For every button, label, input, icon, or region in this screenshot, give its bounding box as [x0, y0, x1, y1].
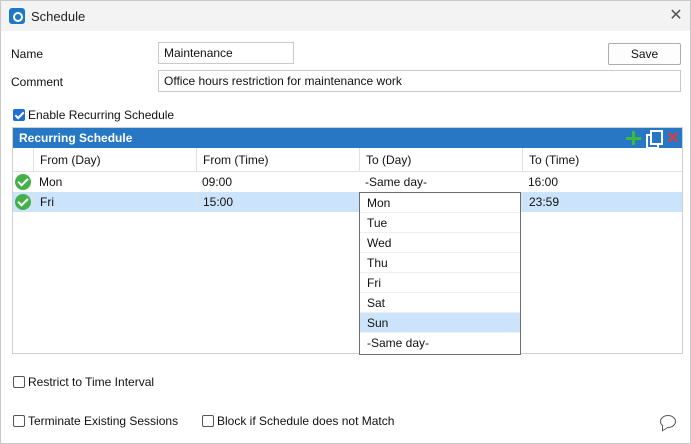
column-header-to-time[interactable]: To (Time) — [522, 148, 682, 172]
row-status — [13, 172, 33, 192]
restrict-time-label[interactable]: Restrict to Time Interval — [28, 375, 154, 389]
comment-label: Comment — [11, 75, 64, 89]
cell-to-day[interactable]: -Same day- — [359, 172, 522, 192]
restrict-time-checkbox[interactable] — [13, 376, 25, 388]
dropdown-option-sun[interactable]: Sun — [360, 313, 520, 333]
name-label: Name — [11, 47, 44, 61]
cell-from-day[interactable]: Mon — [33, 172, 196, 192]
schedule-window: Schedule ✕ Name Save Comment Enable Recu… — [0, 0, 691, 444]
title-bar: Schedule ✕ — [1, 1, 690, 31]
panel-title: Recurring Schedule — [19, 131, 133, 145]
block-mismatch-label[interactable]: Block if Schedule does not Match — [217, 414, 394, 428]
cell-from-time[interactable]: 15:00 — [196, 192, 359, 212]
column-header-from-time[interactable]: From (Time) — [196, 148, 359, 172]
grid-header: From (Day) From (Time) To (Day) To (Time… — [13, 148, 682, 172]
table-row[interactable]: Mon 09:00 -Same day- 16:00 — [13, 172, 682, 192]
name-input[interactable] — [158, 42, 294, 64]
window-title: Schedule — [31, 9, 86, 24]
schedule-app-icon — [9, 8, 25, 24]
cell-to-time[interactable]: 23:59 — [522, 192, 682, 212]
terminate-sessions-label[interactable]: Terminate Existing Sessions — [28, 414, 178, 428]
recurring-schedule-panel: Recurring Schedule × From (Day) From (Ti… — [12, 127, 683, 354]
row-status — [13, 192, 33, 212]
enable-recurring-checkbox[interactable] — [13, 109, 25, 121]
dropdown-option-tue[interactable]: Tue — [360, 213, 520, 233]
check-circle-icon — [15, 174, 31, 190]
check-circle-icon — [15, 194, 31, 210]
block-mismatch-checkbox[interactable] — [202, 415, 214, 427]
close-icon[interactable]: ✕ — [665, 6, 687, 26]
delete-icon[interactable]: × — [665, 128, 681, 148]
comment-input[interactable] — [158, 70, 681, 92]
dropdown-option-thu[interactable]: Thu — [360, 253, 520, 273]
panel-header: Recurring Schedule × — [13, 128, 682, 149]
cell-to-time[interactable]: 16:00 — [522, 172, 682, 192]
terminate-sessions-checkbox[interactable] — [13, 415, 25, 427]
feedback-icon[interactable] — [660, 415, 676, 428]
dropdown-option-sat[interactable]: Sat — [360, 293, 520, 313]
cell-from-day[interactable]: Fri — [33, 192, 196, 212]
dropdown-option-wed[interactable]: Wed — [360, 233, 520, 253]
column-header-from-day[interactable]: From (Day) — [33, 148, 196, 172]
cell-from-time[interactable]: 09:00 — [196, 172, 359, 192]
dropdown-option-fri[interactable]: Fri — [360, 273, 520, 293]
table-row-selected[interactable]: Fri 15:00 23:59 — [13, 192, 682, 212]
dropdown-option-mon[interactable]: Mon — [360, 193, 520, 213]
to-day-dropdown[interactable]: Mon Tue Wed Thu Fri Sat Sun -Same day- — [359, 192, 521, 355]
save-button[interactable]: Save — [608, 43, 681, 65]
column-header-to-day[interactable]: To (Day) — [359, 148, 522, 172]
add-icon[interactable] — [625, 129, 641, 147]
enable-recurring-label[interactable]: Enable Recurring Schedule — [28, 108, 174, 122]
copy-icon[interactable] — [645, 129, 663, 149]
dropdown-option-same-day[interactable]: -Same day- — [360, 333, 520, 353]
